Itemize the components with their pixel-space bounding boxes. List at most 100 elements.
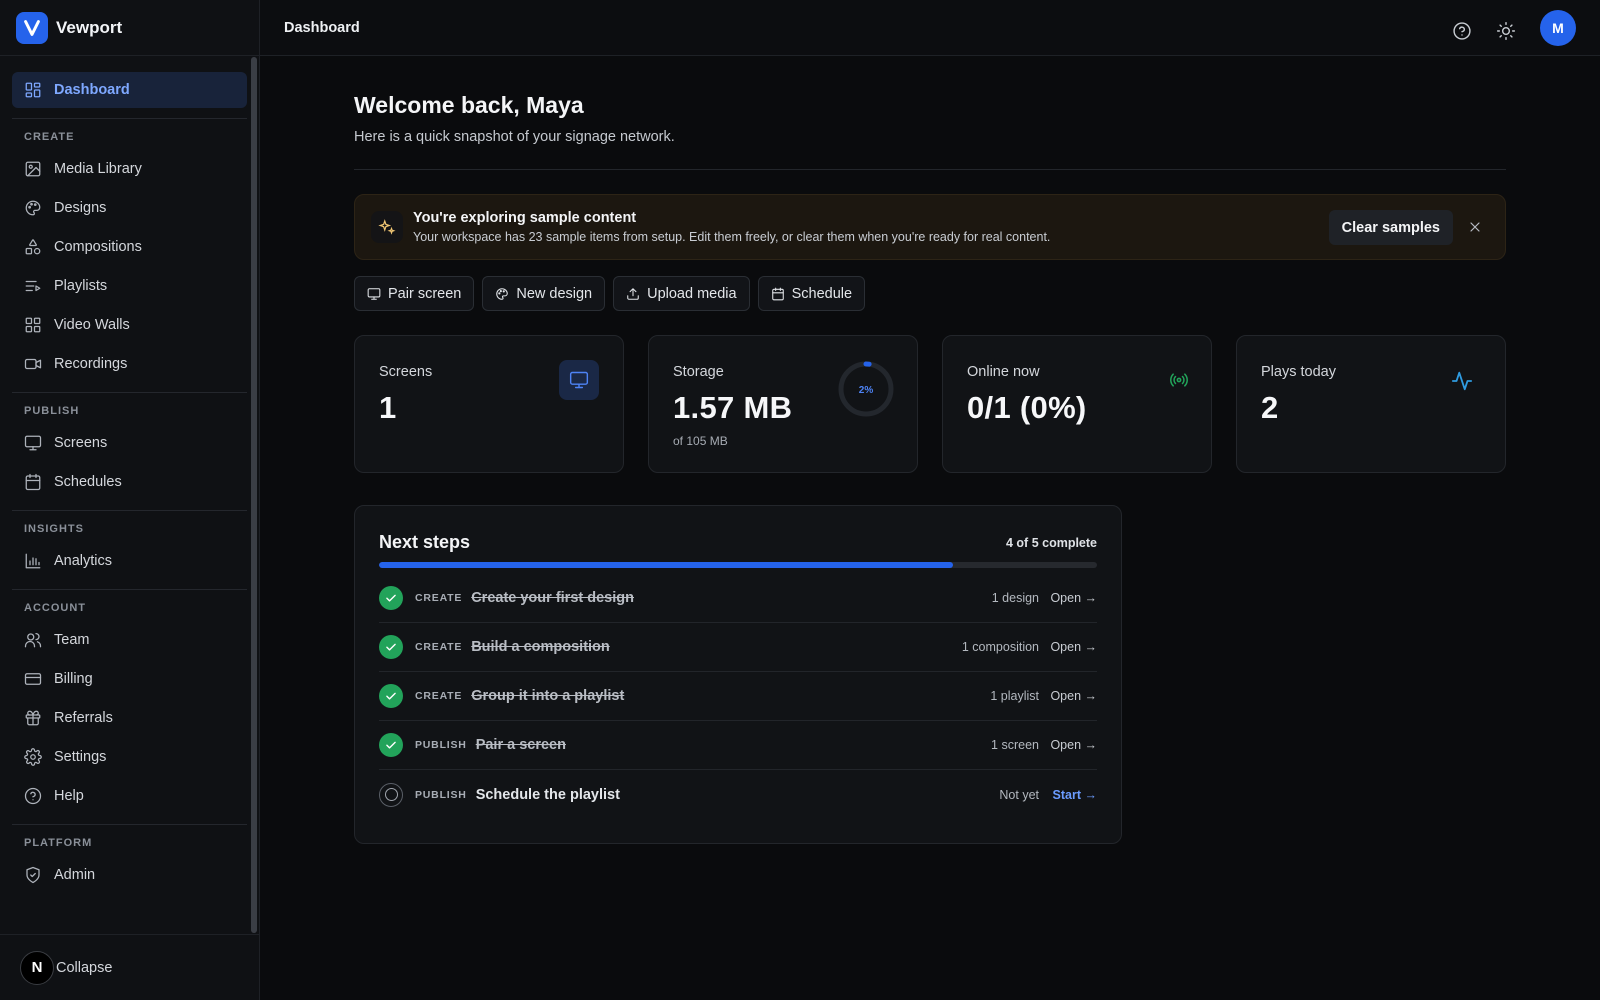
activity-icon [1451, 370, 1473, 392]
step-category: PUBLISH [415, 788, 467, 801]
stat-card-screens[interactable]: Screens 1 [354, 335, 624, 473]
bar-chart-icon [24, 552, 42, 570]
sidebar-item-label: Designs [54, 200, 107, 216]
sidebar-item-label: Dashboard [54, 82, 130, 98]
step-meta: 1 composition [961, 640, 1039, 654]
check-circle-icon [379, 635, 403, 659]
stat-card-storage[interactable]: Storage 1.57 MB of 105 MB 2% [648, 335, 918, 473]
schedule-button[interactable]: Schedule [757, 276, 866, 311]
nav-section-account: ACCOUNT [24, 602, 86, 614]
step-meta: Not yet [999, 787, 1039, 802]
sidebar-item-help[interactable]: Help [12, 778, 247, 814]
stat-card-plays[interactable]: Plays today 2 [1236, 335, 1506, 473]
sidebar-item-label: Help [54, 788, 84, 804]
step-open-link[interactable]: Open → [1050, 738, 1097, 752]
button-label: Schedule [791, 285, 853, 302]
help-icon[interactable] [1452, 21, 1474, 43]
close-icon[interactable] [1467, 219, 1483, 235]
step-open-link[interactable]: Open → [1050, 591, 1097, 605]
nav-section-platform: PLATFORM [24, 837, 93, 849]
sidebar: Vewport Dashboard CREATE Media Library D… [0, 0, 260, 1000]
sidebar-item-recordings[interactable]: Recordings [12, 346, 247, 382]
palette-icon [495, 287, 509, 301]
monitor-icon [559, 360, 599, 400]
stat-subtext: of 105 MB [673, 434, 728, 448]
nav-divider [12, 510, 247, 511]
sidebar-item-settings[interactable]: Settings [12, 739, 247, 775]
monitor-icon [24, 434, 42, 452]
sidebar-scrollbar[interactable] [251, 57, 257, 933]
sidebar-item-video-walls[interactable]: Video Walls [12, 307, 247, 343]
stat-value: 0/1 (0%) [967, 390, 1087, 425]
list-item[interactable]: CREATE Group it into a playlist 1 playli… [379, 672, 1097, 721]
sidebar-item-label: Compositions [54, 239, 142, 255]
stat-card-online[interactable]: Online now 0/1 (0%) [942, 335, 1212, 473]
clear-samples-button[interactable]: Clear samples [1328, 210, 1453, 245]
sun-icon[interactable] [1496, 21, 1518, 43]
sidebar-item-label: Playlists [54, 278, 108, 294]
sidebar-item-label: Screens [54, 435, 108, 451]
calendar-icon [24, 473, 42, 491]
button-label: Pair screen [388, 285, 462, 302]
divider [354, 169, 1506, 170]
sidebar-item-media-library[interactable]: Media Library [12, 151, 247, 187]
sidebar-item-label: Recordings [54, 356, 128, 372]
welcome-subtitle: Here is a quick snapshot of your signage… [354, 129, 675, 145]
monitor-icon [367, 287, 381, 301]
step-start-link[interactable]: Start → [1053, 788, 1097, 802]
sidebar-item-label: Billing [54, 671, 93, 687]
help-circle-icon [24, 787, 42, 805]
sidebar-item-referrals[interactable]: Referrals [12, 700, 247, 736]
sidebar-item-analytics[interactable]: Analytics [12, 543, 247, 579]
banner-description: Your workspace has 23 sample items from … [413, 230, 1051, 244]
next-steps-progress-label: 4 of 5 complete [1006, 535, 1097, 550]
nav-divider [12, 589, 247, 590]
sidebar-item-compositions[interactable]: Compositions [12, 229, 247, 265]
page-title: Dashboard [284, 19, 360, 36]
sample-content-banner: You're exploring sample content Your wor… [354, 194, 1506, 260]
quick-actions: Pair screen New design Upload media Sche… [354, 276, 1506, 311]
sidebar-item-label: Schedules [54, 474, 122, 490]
list-item[interactable]: PUBLISH Pair a screen 1 screen Open → [379, 721, 1097, 770]
scrollbar-thumb[interactable] [251, 57, 257, 933]
sidebar-item-dashboard[interactable]: Dashboard [12, 72, 247, 108]
upload-media-button[interactable]: Upload media [613, 276, 750, 311]
nav-section-publish: PUBLISH [24, 405, 80, 417]
brand[interactable]: Vewport [0, 0, 259, 56]
pair-screen-button[interactable]: Pair screen [354, 276, 475, 311]
sidebar-item-playlists[interactable]: Playlists [12, 268, 247, 304]
stats-row: Screens 1 Storage 1.57 MB of 105 MB 2% O… [354, 335, 1506, 473]
sidebar-item-schedules[interactable]: Schedules [12, 464, 247, 500]
sidebar-item-billing[interactable]: Billing [12, 661, 247, 697]
check-circle-icon [379, 733, 403, 757]
sidebar-item-designs[interactable]: Designs [12, 190, 247, 226]
sidebar-item-admin[interactable]: Admin [12, 857, 247, 893]
shapes-icon [24, 238, 42, 256]
calendar-icon [771, 287, 785, 301]
step-open-link[interactable]: Open → [1050, 689, 1097, 703]
check-circle-icon [379, 586, 403, 610]
list-music-icon [24, 277, 42, 295]
sidebar-item-label: Media Library [54, 161, 142, 177]
next-steps-list: CREATE Create your first design 1 design… [379, 574, 1097, 819]
avatar[interactable]: M [1540, 10, 1576, 46]
dev-badge[interactable]: N [20, 950, 54, 985]
palette-icon [24, 199, 42, 217]
gift-icon [24, 709, 42, 727]
sidebar-item-team[interactable]: Team [12, 622, 247, 658]
welcome-heading: Welcome back, Maya [354, 92, 584, 118]
list-item[interactable]: PUBLISH Schedule the playlist Not yet St… [379, 770, 1097, 819]
image-icon [24, 160, 42, 178]
list-item[interactable]: CREATE Create your first design 1 design… [379, 574, 1097, 623]
sidebar-item-label: Team [54, 632, 90, 648]
sidebar-nav: Dashboard CREATE Media Library Designs C… [0, 57, 259, 933]
collapse-button[interactable]: Collapse [56, 960, 112, 976]
step-open-link[interactable]: Open → [1050, 640, 1097, 654]
step-meta: 1 playlist [990, 689, 1039, 703]
main-content: Welcome back, Maya Here is a quick snaps… [354, 56, 1506, 844]
sidebar-item-screens[interactable]: Screens [12, 425, 247, 461]
new-design-button[interactable]: New design [482, 276, 606, 311]
list-item[interactable]: CREATE Build a composition 1 composition… [379, 623, 1097, 672]
next-steps-progress-fill [379, 562, 954, 568]
next-steps-card: Next steps 4 of 5 complete CREATE Create… [354, 505, 1122, 844]
